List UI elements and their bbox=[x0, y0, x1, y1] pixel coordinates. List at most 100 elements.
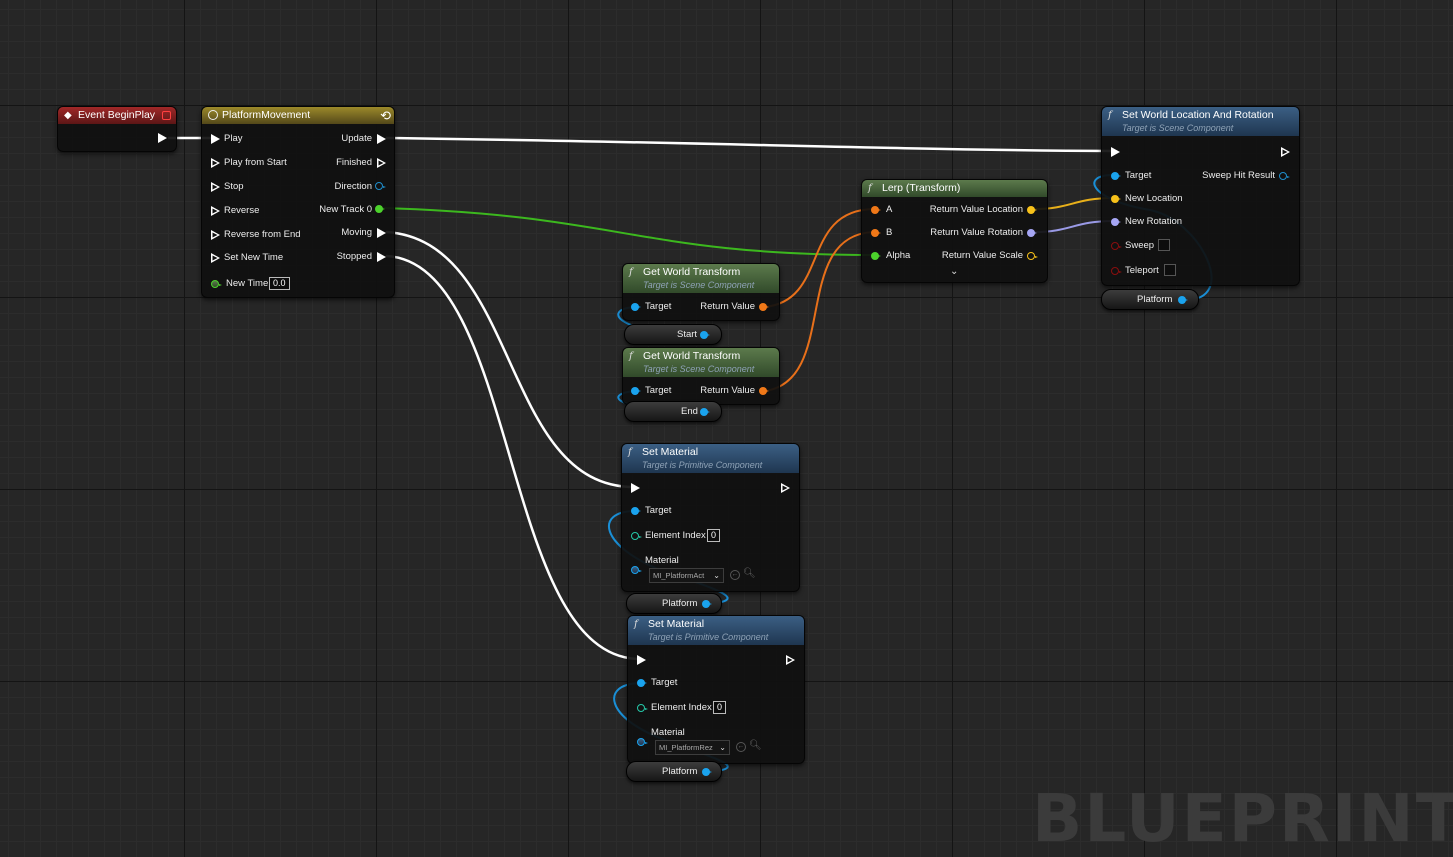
set-world-target-pin[interactable] bbox=[1111, 172, 1121, 180]
start-variable-pin[interactable] bbox=[700, 331, 710, 339]
new-time-input[interactable]: 0.0 bbox=[269, 277, 290, 290]
platform-variable-pin-1[interactable] bbox=[1178, 296, 1188, 304]
set-material-1-material-pin[interactable] bbox=[631, 566, 642, 574]
lerp-alpha-pin[interactable] bbox=[871, 252, 881, 260]
new-rotation-label: New Rotation bbox=[1125, 216, 1183, 227]
set-material-2-index-pin[interactable] bbox=[637, 704, 648, 712]
chevron-down-icon: ⌄ bbox=[719, 743, 726, 752]
platform-variable-node-1[interactable]: Platform bbox=[1101, 289, 1199, 310]
teleport-pin[interactable] bbox=[1111, 267, 1122, 275]
start-variable-node[interactable]: Start bbox=[624, 324, 722, 345]
reverse-exec-pin[interactable] bbox=[211, 206, 220, 216]
platform-variable-node-3[interactable]: Platform bbox=[626, 761, 722, 782]
update-exec-pin[interactable] bbox=[377, 134, 386, 144]
set-material-1-target-pin[interactable] bbox=[631, 507, 641, 515]
set-material-1-index-pin[interactable] bbox=[631, 532, 642, 540]
set-material-2-exec-out-pin[interactable] bbox=[786, 655, 795, 665]
use-selected-icon[interactable]: ← bbox=[736, 742, 746, 752]
gwt2-target-pin[interactable] bbox=[631, 387, 641, 395]
set-material-header-2: f Set Material Target is Primitive Compo… bbox=[628, 616, 804, 645]
set-material-2-material-dropdown[interactable]: MI_PlatformRez ⌄ bbox=[655, 740, 730, 755]
set-material-2-index-input[interactable]: 0 bbox=[713, 701, 727, 714]
function-icon: f bbox=[628, 447, 632, 458]
gwt1-target-pin[interactable] bbox=[631, 303, 641, 311]
set-world-subtitle: Target is Scene Component bbox=[1122, 123, 1234, 133]
lerp-out-location-label: Return Value Location bbox=[929, 204, 1023, 215]
moving-exec-pin[interactable] bbox=[377, 228, 386, 238]
function-icon: f bbox=[629, 267, 633, 278]
get-world-transform-node-2[interactable]: f Get World Transform Target is Scene Co… bbox=[622, 347, 780, 405]
float-wire-track-alpha bbox=[382, 207, 875, 256]
update-label: Update bbox=[341, 133, 372, 144]
set-new-time-exec-pin[interactable] bbox=[211, 253, 220, 263]
platform-variable-label-3: Platform bbox=[662, 766, 698, 777]
sweep-hit-result-pin[interactable] bbox=[1279, 172, 1290, 180]
browse-search-icon[interactable]: 🔍︎ bbox=[749, 741, 762, 751]
gwt2-return-label: Return Value bbox=[700, 385, 755, 396]
stop-exec-pin[interactable] bbox=[211, 182, 220, 192]
platform-variable-node-2[interactable]: Platform bbox=[626, 593, 722, 614]
set-material-node-2[interactable]: f Set Material Target is Primitive Compo… bbox=[627, 615, 805, 764]
set-material-1-index-input[interactable]: 0 bbox=[707, 529, 721, 542]
event-beginplay-title: Event BeginPlay bbox=[78, 109, 156, 121]
lerp-a-pin[interactable] bbox=[871, 206, 881, 214]
event-beginplay-node[interactable]: ◆ Event BeginPlay bbox=[57, 106, 177, 152]
new-rotation-pin[interactable] bbox=[1111, 218, 1121, 226]
new-location-pin[interactable] bbox=[1111, 195, 1121, 203]
set-world-header: f Set World Location And Rotation Target… bbox=[1102, 107, 1299, 136]
stopped-label: Stopped bbox=[336, 251, 372, 262]
platform-variable-label-2: Platform bbox=[662, 598, 698, 609]
platform-variable-pin-3[interactable] bbox=[702, 768, 712, 776]
lerp-out-rotation-label: Return Value Rotation bbox=[930, 227, 1023, 238]
lerp-out-scale-pin[interactable] bbox=[1027, 252, 1038, 260]
teleport-checkbox[interactable] bbox=[1164, 264, 1176, 276]
set-material-2-material-pin[interactable] bbox=[637, 738, 648, 746]
lerp-out-rotation-pin[interactable] bbox=[1027, 229, 1037, 237]
get-world-transform-node-1[interactable]: f Get World Transform Target is Scene Co… bbox=[622, 263, 780, 321]
browse-search-icon[interactable]: 🔍︎ bbox=[743, 569, 756, 579]
event-diamond-icon: ◆ bbox=[64, 110, 72, 121]
timeline-node[interactable]: PlatformMovement ⟲ Play Play from Start … bbox=[201, 106, 395, 298]
platform-variable-pin-2[interactable] bbox=[702, 600, 712, 608]
function-icon: f bbox=[634, 619, 638, 630]
gwt1-return-pin[interactable] bbox=[759, 303, 769, 311]
set-material-title-1: Set Material bbox=[642, 446, 699, 458]
finished-exec-pin[interactable] bbox=[377, 158, 386, 168]
set-material-1-exec-out-pin[interactable] bbox=[781, 483, 790, 493]
play-from-start-exec-pin[interactable] bbox=[211, 158, 220, 168]
gwt2-return-pin[interactable] bbox=[759, 387, 769, 395]
reverse-from-end-label: Reverse from End bbox=[224, 229, 301, 240]
sweep-checkbox[interactable] bbox=[1158, 239, 1170, 251]
set-material-2-target-pin[interactable] bbox=[637, 679, 647, 687]
lerp-b-pin[interactable] bbox=[871, 229, 881, 237]
end-variable-pin[interactable] bbox=[700, 408, 710, 416]
set-material-subtitle-2: Target is Primitive Component bbox=[648, 632, 769, 642]
function-icon: f bbox=[868, 183, 872, 194]
set-world-location-rotation-node[interactable]: f Set World Location And Rotation Target… bbox=[1101, 106, 1300, 286]
set-material-2-index-label: Element Index bbox=[651, 702, 712, 713]
stopped-exec-pin[interactable] bbox=[377, 252, 386, 262]
set-world-exec-out-pin[interactable] bbox=[1281, 147, 1290, 157]
new-track-pin[interactable] bbox=[375, 205, 385, 213]
event-delegate-icon[interactable] bbox=[162, 111, 171, 120]
set-material-1-exec-in-pin[interactable] bbox=[631, 483, 640, 493]
beginplay-exec-out-pin[interactable] bbox=[158, 133, 167, 143]
set-world-exec-in-pin[interactable] bbox=[1111, 147, 1120, 157]
set-material-1-material-dropdown[interactable]: MI_PlatformAct ⌄ bbox=[649, 568, 724, 583]
direction-pin[interactable] bbox=[375, 182, 386, 190]
lerp-transform-node[interactable]: f Lerp (Transform) A B Alpha Return Valu… bbox=[861, 179, 1048, 283]
lerp-out-location-pin[interactable] bbox=[1027, 206, 1037, 214]
sweep-pin[interactable] bbox=[1111, 242, 1122, 250]
reverse-from-end-exec-pin[interactable] bbox=[211, 230, 220, 240]
set-material-node-1[interactable]: f Set Material Target is Primitive Compo… bbox=[621, 443, 800, 592]
set-material-2-target-label: Target bbox=[651, 677, 678, 688]
lerp-header: f Lerp (Transform) bbox=[862, 180, 1047, 197]
use-selected-icon[interactable]: ← bbox=[730, 570, 740, 580]
set-material-2-exec-in-pin[interactable] bbox=[637, 655, 646, 665]
end-variable-node[interactable]: End bbox=[624, 401, 722, 422]
expand-chevron-icon[interactable]: ⌄ bbox=[950, 266, 958, 277]
new-time-pin[interactable] bbox=[211, 280, 222, 288]
set-world-target-label: Target bbox=[1125, 170, 1152, 181]
play-exec-pin[interactable] bbox=[211, 134, 220, 144]
get-world-transform-subtitle-1: Target is Scene Component bbox=[643, 280, 755, 290]
